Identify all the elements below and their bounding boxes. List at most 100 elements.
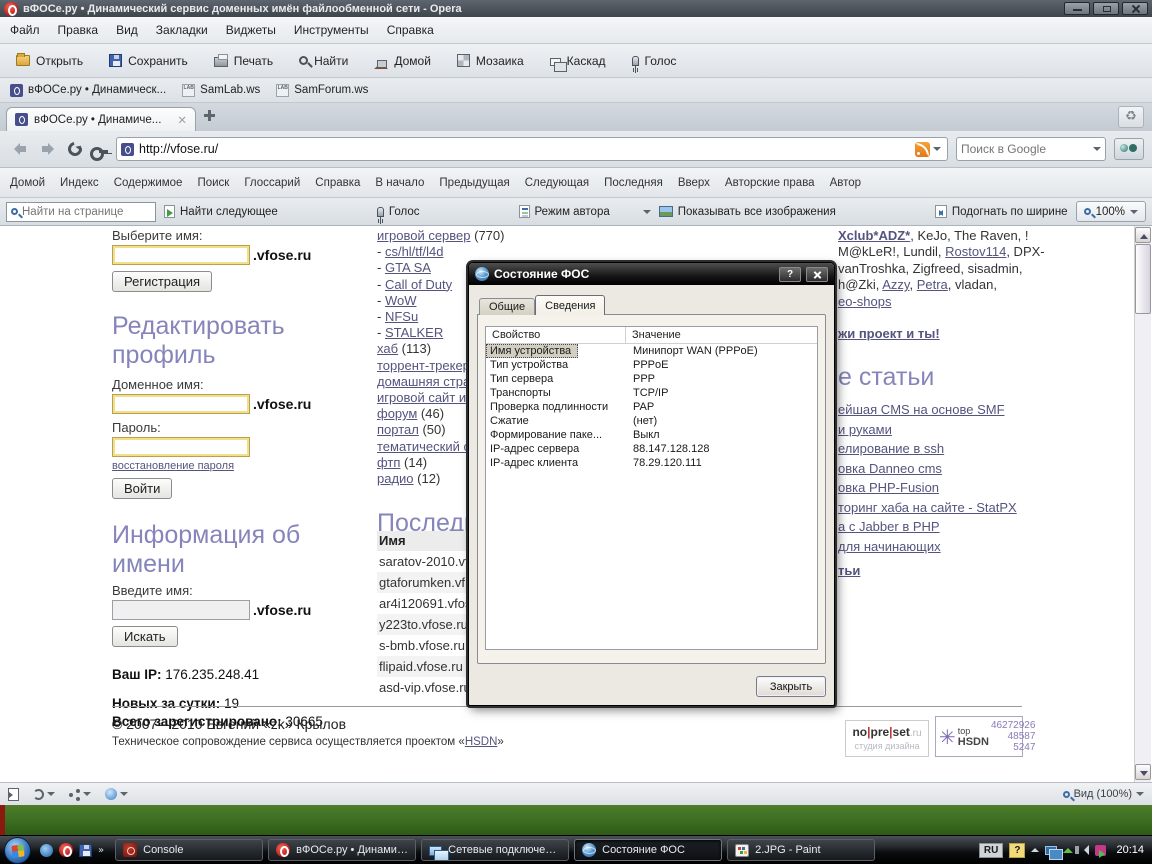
property-row[interactable]: Имя устройстваМинипорт WAN (PPPoE) xyxy=(486,344,817,358)
register-button[interactable]: Регистрация xyxy=(112,271,212,292)
user-link[interactable]: Rostov114 xyxy=(945,244,1006,259)
page-link[interactable]: Call of Duty xyxy=(385,277,452,292)
menu-widgets[interactable]: Виджеты xyxy=(226,23,276,37)
voice-button-findbar[interactable]: Голос xyxy=(377,206,420,218)
closed-tabs-button[interactable]: ♻ xyxy=(1118,106,1144,128)
nopreset-badge[interactable]: nopreset.ru студия дизайна xyxy=(845,720,929,757)
property-row[interactable]: Тип устройстваPPPoE xyxy=(486,358,817,372)
bookmark-samforum[interactable]: LABSamForum.ws xyxy=(276,84,368,97)
update-tray-icon[interactable] xyxy=(1063,843,1073,853)
page-link[interactable]: хаб xyxy=(377,341,398,356)
lookup-button[interactable]: Искать xyxy=(112,626,178,647)
page-link[interactable]: торрент-трекер xyxy=(377,358,470,373)
tab-general[interactable]: Общие xyxy=(479,298,535,315)
show-images-button[interactable]: Показывать все изображения xyxy=(659,206,836,218)
chevron-down-icon[interactable] xyxy=(1093,147,1101,155)
sitenav-help[interactable]: Справка xyxy=(315,177,360,189)
article-link[interactable]: овка PHP-Fusion xyxy=(838,480,1133,495)
tab-close-icon[interactable]: ✕ xyxy=(177,113,187,127)
minimize-button[interactable] xyxy=(1064,2,1090,15)
menu-help[interactable]: Справка xyxy=(387,23,434,37)
property-row[interactable]: IP-адрес сервера88.147.128.128 xyxy=(486,442,817,456)
web-search-input[interactable] xyxy=(961,142,1093,156)
view-zoom-control[interactable]: Вид (100%) xyxy=(1063,788,1144,800)
property-row[interactable]: Проверка подлинностиPAP xyxy=(486,400,817,414)
article-link[interactable]: торинг хаба на сайте - StatPX xyxy=(838,500,1133,515)
password-input[interactable] xyxy=(112,437,250,457)
address-input[interactable] xyxy=(139,139,910,159)
properties-list[interactable]: Свойство Значение Имя устройстваМинипорт… xyxy=(485,326,818,650)
zoom-dropdown[interactable]: 100% xyxy=(1076,201,1146,222)
hsdn-top-badge[interactable]: ✳ top HSDN 46272926485875247 xyxy=(935,716,1023,757)
page-link[interactable]: фтп xyxy=(377,455,400,470)
find-next-button[interactable]: Найти следующее xyxy=(164,205,278,218)
page-link[interactable]: радио xyxy=(377,471,414,486)
find-button[interactable]: Найти xyxy=(291,50,356,72)
open-button[interactable]: Открыть xyxy=(8,50,91,72)
menu-edit[interactable]: Правка xyxy=(58,23,99,37)
quick-launch-opera-icon[interactable] xyxy=(59,843,73,857)
clock[interactable]: 20:14 xyxy=(1116,844,1144,856)
find-in-page-button[interactable] xyxy=(1114,138,1144,160)
page-link[interactable]: игровой сайт ил xyxy=(377,390,474,405)
dialog-close-button[interactable] xyxy=(806,267,828,282)
article-link[interactable]: для начинающих xyxy=(838,539,1133,554)
property-row[interactable]: Сжатие(нет) xyxy=(486,414,817,428)
menu-view[interactable]: Вид xyxy=(116,23,138,37)
turbo-button[interactable] xyxy=(105,788,128,800)
language-indicator[interactable]: RU xyxy=(979,843,1003,858)
property-row[interactable]: IP-адрес клиента78.29.120.111 xyxy=(486,456,817,470)
close-dialog-button[interactable]: Закрыть xyxy=(756,676,826,697)
web-search-field[interactable] xyxy=(956,137,1106,161)
volume-tray-icon[interactable] xyxy=(1079,845,1089,855)
article-link[interactable]: и руками xyxy=(838,422,1133,437)
sitenav-glossary[interactable]: Глоссарий xyxy=(244,177,300,189)
support-project-link[interactable]: жи проект и ты! xyxy=(838,326,940,341)
reload-button[interactable] xyxy=(65,139,84,158)
article-link[interactable]: елирование в ssh xyxy=(838,441,1133,456)
sitenav-next[interactable]: Следующая xyxy=(525,177,589,189)
page-link[interactable]: форум xyxy=(377,406,417,421)
column-value[interactable]: Значение xyxy=(626,327,681,343)
all-articles-link[interactable]: тьи xyxy=(838,563,860,578)
bookmark-vfose[interactable]: вФОСе.ру • Динамическ... xyxy=(10,84,166,97)
save-button[interactable]: Сохранить xyxy=(101,50,196,72)
user-link[interactable]: Xclub*ADZ* xyxy=(838,228,910,243)
tile-button[interactable]: Мозаика xyxy=(449,50,532,72)
page-link[interactable]: NFSu xyxy=(385,309,418,324)
task-opera[interactable]: вФОСе.ру • Динамич... xyxy=(268,839,416,861)
close-button[interactable] xyxy=(1122,2,1148,15)
scroll-thumb[interactable] xyxy=(1135,244,1151,314)
sitenav-start[interactable]: В начало xyxy=(375,177,424,189)
sitenav-previous[interactable]: Предыдущая xyxy=(439,177,509,189)
property-row[interactable]: ТранспортыTCP/IP xyxy=(486,386,817,400)
panels-toggle-button[interactable] xyxy=(8,788,19,801)
hide-icons-chevron[interactable] xyxy=(1031,844,1039,852)
domain-name-input[interactable] xyxy=(112,394,250,414)
wand-password-button[interactable] xyxy=(90,147,108,155)
quick-launch-save-icon[interactable] xyxy=(79,844,92,857)
quick-launch-app-icon[interactable] xyxy=(40,844,53,857)
article-link[interactable]: а с Jabber в PHP xyxy=(838,519,1133,534)
page-link[interactable]: игровой сервер xyxy=(377,228,471,243)
password-recovery-link[interactable]: восстановление пароля xyxy=(112,460,234,472)
sitenav-index[interactable]: Индекс xyxy=(60,177,99,189)
menu-file[interactable]: Файл xyxy=(10,23,40,37)
sitenav-home[interactable]: Домой xyxy=(10,177,45,189)
article-link[interactable]: овка Danneo cms xyxy=(838,461,1133,476)
bookmark-samlab[interactable]: LABSamLab.ws xyxy=(182,84,260,97)
hsdn-link[interactable]: HSDN xyxy=(465,736,498,748)
home-button[interactable]: Домой xyxy=(366,50,439,72)
choose-name-input[interactable] xyxy=(112,245,250,265)
dialog-help-button[interactable]: ? xyxy=(779,267,801,282)
column-property[interactable]: Свойство xyxy=(486,327,626,343)
task-fos-status[interactable]: Состояние ФОС xyxy=(574,839,722,861)
page-link[interactable]: тематический с xyxy=(377,439,470,454)
sitenav-copyright[interactable]: Авторские права xyxy=(725,177,815,189)
scroll-up-button[interactable] xyxy=(1135,227,1151,243)
property-row[interactable]: Формирование паке...Выкл xyxy=(486,428,817,442)
forward-button[interactable] xyxy=(38,141,60,157)
sitenav-search[interactable]: Поиск xyxy=(197,177,229,189)
page-link[interactable]: GTA SA xyxy=(385,260,431,275)
page-link[interactable]: портал xyxy=(377,422,419,437)
